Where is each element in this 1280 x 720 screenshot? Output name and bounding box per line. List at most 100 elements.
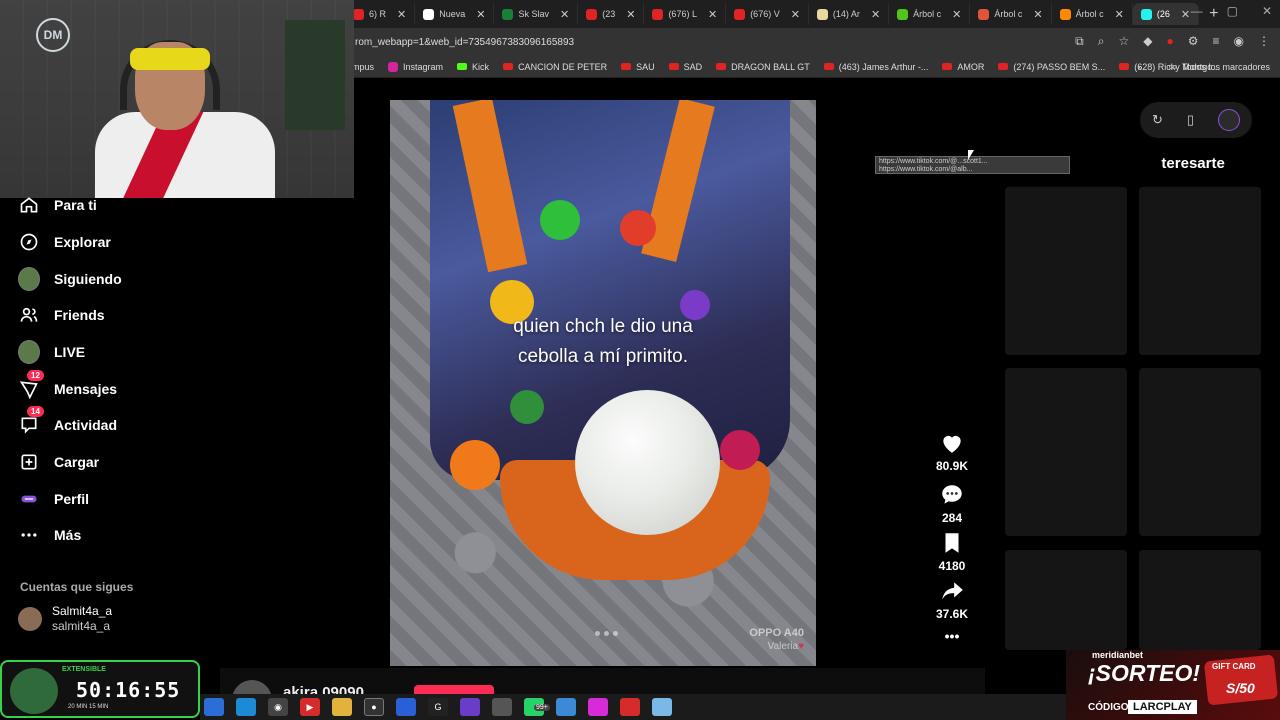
obs-icon[interactable]: ●: [364, 698, 384, 716]
profile-avatar-icon[interactable]: ◉: [1234, 34, 1244, 49]
sidebar-item-live[interactable]: LIVE: [18, 340, 85, 364]
tab-label: Nueva: [439, 9, 466, 19]
comment-button[interactable]: 284: [920, 482, 984, 525]
friends-icon: [18, 304, 40, 326]
browser-tab[interactable]: (676) L ✕: [644, 3, 727, 25]
close-window-icon[interactable]: ✕: [1262, 4, 1272, 18]
tab-favicon-icon: [978, 8, 990, 20]
tab-close-icon[interactable]: ✕: [560, 8, 569, 21]
tab-close-icon[interactable]: ✕: [952, 8, 961, 21]
bookmark-item[interactable]: mpus: [352, 62, 374, 72]
sidebar-item-label: Más: [54, 527, 82, 543]
sidebar-item-parati[interactable]: Para ti: [18, 194, 97, 216]
star-icon[interactable]: ☆: [1118, 34, 1129, 49]
sidebar-item-siguiendo[interactable]: Siguiendo: [18, 267, 122, 291]
tab-close-icon[interactable]: ✕: [1115, 8, 1124, 21]
app-gray-icon[interactable]: [492, 698, 512, 716]
sidebar-item-mensajes[interactable]: 12 Mensajes: [18, 370, 117, 400]
tab-close-icon[interactable]: ✕: [1181, 8, 1190, 21]
browser-tab[interactable]: Árbol c ✕: [889, 3, 971, 25]
browser-tab[interactable]: Árbol c ✕: [970, 3, 1052, 25]
app-red-icon[interactable]: ▶: [300, 698, 320, 716]
bookmark-item[interactable]: Instagram: [388, 61, 443, 72]
app-g-icon[interactable]: G: [428, 698, 448, 716]
sidebar-item-ms[interactable]: Más: [18, 524, 81, 546]
bookmark-item[interactable]: CANCION DE PETER: [503, 62, 607, 72]
app-purple-icon[interactable]: [460, 698, 480, 716]
browser-tab[interactable]: (14) Ar ✕: [809, 3, 890, 25]
browser-tab[interactable]: Nueva ✕: [415, 3, 495, 25]
sidebar-item-perfil[interactable]: Perfil: [18, 488, 89, 510]
device-icon[interactable]: ▯: [1187, 112, 1194, 128]
zoom-icon[interactable]: ⌕: [1098, 34, 1105, 49]
maximize-icon[interactable]: ▢: [1227, 4, 1238, 18]
sidebar-item-explorar[interactable]: Explorar: [18, 231, 111, 253]
notepad-icon[interactable]: [652, 698, 672, 716]
url-text[interactable]: rom_webapp=1&web_id=7354967383096165893: [355, 37, 574, 48]
following-account[interactable]: Salmit4a_a salmit4a_a: [18, 604, 112, 634]
sidebar-item-cargar[interactable]: Cargar: [18, 451, 99, 473]
calculator-icon[interactable]: [556, 698, 576, 716]
tab-close-icon[interactable]: ✕: [1033, 8, 1042, 21]
app-pink-icon[interactable]: [588, 698, 608, 716]
browser-tab[interactable]: (676) V ✕: [726, 3, 809, 25]
discord-icon[interactable]: ◉: [268, 698, 288, 716]
sidebar-item-actividad[interactable]: 14 Actividad: [18, 406, 117, 436]
bookmark-item[interactable]: (274) PASSO BEM S...: [998, 62, 1105, 72]
tab-close-icon[interactable]: ✕: [397, 8, 406, 21]
suggested-video-thumbnail[interactable]: [1005, 550, 1127, 650]
avatar: [18, 607, 42, 631]
bookmark-item[interactable]: SAU: [621, 62, 655, 72]
sidebar-item-friends[interactable]: Friends: [18, 304, 105, 326]
edge-icon[interactable]: [204, 698, 224, 716]
browser-tab[interactable]: Árbol c ✕: [1052, 3, 1133, 25]
bookmark-item[interactable]: Kick: [457, 62, 489, 72]
tab-close-icon[interactable]: ✕: [476, 8, 485, 21]
extension-red-icon[interactable]: ●: [1166, 34, 1173, 49]
app-red2-icon[interactable]: [620, 698, 640, 716]
tab-close-icon[interactable]: ✕: [791, 8, 800, 21]
streamer-avatar: [10, 668, 58, 714]
file-explorer-icon[interactable]: [332, 698, 352, 716]
browser-tab[interactable]: 6) R ✕: [345, 3, 416, 25]
bookmark-item[interactable]: SAD: [668, 62, 702, 72]
extension-icon[interactable]: ◆: [1143, 34, 1152, 49]
like-button[interactable]: 80.9K: [920, 430, 984, 473]
menu-icon[interactable]: ⋮: [1258, 34, 1270, 49]
browser-tab[interactable]: Sk Slav ✕: [494, 3, 579, 25]
timer-value: 50:16:55: [76, 678, 181, 702]
video-player[interactable]: quien chch le dio una cebolla a mí primi…: [390, 100, 816, 666]
more-options-button[interactable]: •••: [920, 628, 984, 644]
bookmark-item[interactable]: DRAGON BALL GT: [716, 62, 810, 72]
save-button[interactable]: 4180: [920, 530, 984, 573]
tab-close-icon[interactable]: ✕: [626, 8, 635, 21]
youtube-icon: [621, 63, 632, 70]
tab-close-icon[interactable]: ✕: [871, 8, 880, 21]
rotate-icon[interactable]: ↻: [1152, 112, 1163, 128]
suggested-video-thumbnail[interactable]: [1139, 187, 1261, 355]
whatsapp-icon[interactable]: 99+: [524, 698, 550, 716]
suggested-video-thumbnail[interactable]: [1005, 368, 1127, 536]
minimize-icon[interactable]: —: [1191, 4, 1203, 18]
browser-tab[interactable]: (23 ✕: [578, 3, 645, 25]
outlook-icon[interactable]: [236, 698, 256, 716]
cast-icon[interactable]: ⧉: [1075, 34, 1084, 49]
reading-list-icon[interactable]: ≡: [1213, 34, 1220, 49]
compass-icon: [18, 231, 40, 253]
suggested-video-thumbnail[interactable]: [1139, 550, 1261, 650]
gift-card-label: GIFT CARD: [1212, 662, 1256, 671]
tab-close-icon[interactable]: ✕: [708, 8, 717, 21]
all-bookmarks-link[interactable]: ▭ Todos los marcadores: [1168, 61, 1270, 72]
bookmarks-overflow-icon[interactable]: »: [1137, 62, 1142, 72]
suggested-video-thumbnail[interactable]: [1139, 368, 1261, 536]
app-blue-icon[interactable]: [396, 698, 416, 716]
bookmark-item[interactable]: AMOR: [942, 62, 984, 72]
tab-label: (676) L: [668, 9, 697, 19]
tab-favicon-icon: [423, 8, 435, 20]
browser-tab[interactable]: (26 ✕: [1132, 3, 1200, 25]
share-button[interactable]: 37.6K: [920, 578, 984, 621]
puzzle-icon[interactable]: ⚙: [1188, 34, 1199, 49]
user-avatar[interactable]: [1217, 109, 1240, 131]
suggested-video-thumbnail[interactable]: [1005, 187, 1127, 355]
bookmark-item[interactable]: (463) James Arthur -...: [823, 62, 928, 72]
